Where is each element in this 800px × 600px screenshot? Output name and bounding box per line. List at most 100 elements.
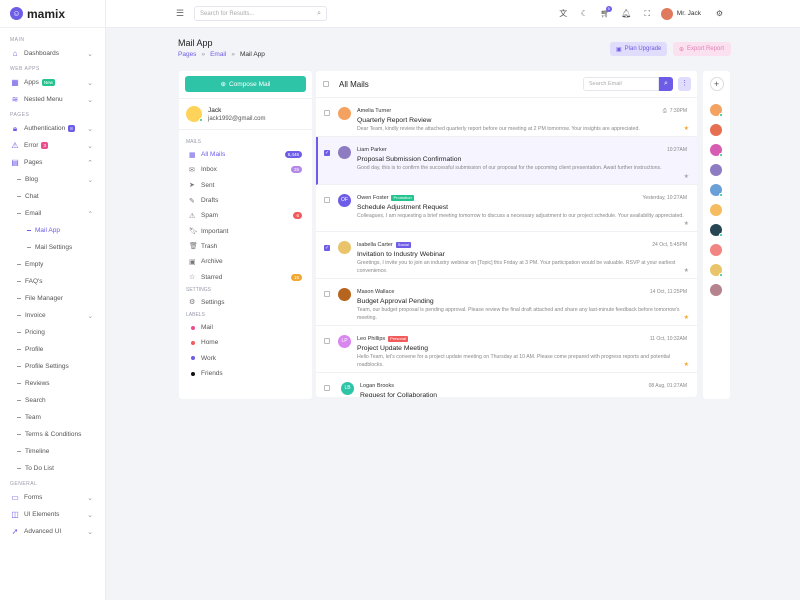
breadcrumb-email[interactable]: Email bbox=[210, 51, 226, 58]
hamburger-icon[interactable]: ☰ bbox=[176, 8, 186, 19]
sidebar-item-authentication[interactable]: 🔒︎ Authentication 8 ⌄ bbox=[0, 120, 105, 137]
sidebar-item-pages[interactable]: ▤ Pages ⌃ bbox=[0, 154, 105, 171]
folder-starred[interactable]: ☆ Starred 15 bbox=[179, 269, 312, 284]
sidebar-sub-profile-settings[interactable]: Profile Settings bbox=[0, 358, 105, 375]
contact-avatar[interactable] bbox=[710, 244, 722, 256]
sidebar-sub-faqs[interactable]: FAQ's bbox=[0, 273, 105, 290]
search-input[interactable]: Search for Results... ⌕ bbox=[194, 6, 327, 21]
sidebar-item-forms[interactable]: ▭ Forms ⌄ bbox=[0, 489, 105, 506]
label-work[interactable]: Work bbox=[179, 351, 312, 366]
contact-avatar[interactable] bbox=[710, 184, 723, 197]
folder-drafts[interactable]: ✎ Drafts bbox=[179, 193, 312, 208]
mail-item[interactable]: OF Owen Foster Promotion Yesterday, 10:27AM… bbox=[316, 185, 697, 232]
folder-archive[interactable]: ▣ Archive bbox=[179, 254, 312, 269]
contact-avatar[interactable] bbox=[710, 224, 723, 237]
star-icon[interactable]: ★ bbox=[684, 125, 689, 132]
folder-all-mails[interactable]: ▦ All Mails 6,446 bbox=[179, 147, 312, 162]
mail-item[interactable]: ✓ Liam Parker 10:27AM Proposal Submission C… bbox=[316, 137, 697, 185]
export-report-button[interactable]: ⊕ Export Report bbox=[673, 42, 731, 56]
select-all-checkbox[interactable] bbox=[323, 81, 329, 87]
fullscreen-icon[interactable]: ⛶ bbox=[637, 9, 658, 19]
translate-icon[interactable]: 文 bbox=[553, 8, 574, 19]
label-home[interactable]: Home bbox=[179, 335, 312, 350]
contact-avatar[interactable] bbox=[710, 264, 723, 277]
cart-icon[interactable]: 🛒︎ 5 bbox=[595, 6, 616, 18]
sidebar-sub-timeline[interactable]: Timeline bbox=[0, 443, 105, 460]
mail-checkbox[interactable]: ✓ bbox=[324, 245, 330, 251]
sidebar-sub-terms[interactable]: Terms & Conditions bbox=[0, 426, 105, 443]
star-icon[interactable]: ★ bbox=[684, 220, 689, 227]
contact-avatar[interactable] bbox=[710, 144, 723, 157]
more-options-icon[interactable]: ⋮ bbox=[678, 77, 691, 91]
search-icon[interactable]: ⌕ bbox=[317, 10, 321, 18]
add-contact-button[interactable]: + bbox=[709, 77, 724, 91]
moon-icon[interactable]: ☾ bbox=[574, 9, 595, 18]
contact-avatar[interactable] bbox=[710, 124, 722, 136]
folder-spam[interactable]: ⚠ Spam 6 bbox=[179, 208, 312, 223]
mail-checkbox[interactable] bbox=[324, 197, 330, 203]
sidebar-sub-mail-app[interactable]: Mail App bbox=[0, 222, 105, 239]
label-mail[interactable]: Mail bbox=[179, 320, 312, 335]
sidebar-sub-invoice[interactable]: Invoice ⌄ bbox=[0, 307, 105, 324]
gear-icon[interactable]: ⚙ bbox=[709, 9, 730, 18]
sidebar-sub-team[interactable]: Team bbox=[0, 409, 105, 426]
sidebar-sub-mail-settings[interactable]: Mail Settings bbox=[0, 239, 105, 256]
label-friends[interactable]: Friends bbox=[179, 366, 312, 381]
dash-icon bbox=[17, 366, 21, 367]
sidebar-sub-pricing[interactable]: Pricing bbox=[0, 324, 105, 341]
sidebar-sub-empty[interactable]: Empty bbox=[0, 256, 105, 273]
folder-inbox[interactable]: ✉ Inbox 26 bbox=[179, 162, 312, 177]
mail-search-input[interactable]: Search Email bbox=[583, 77, 659, 91]
search-icon[interactable]: ⌕ bbox=[659, 77, 673, 91]
folder-important[interactable]: 🔖︎ Important bbox=[179, 223, 312, 238]
folder-settings[interactable]: ⚙ Settings bbox=[179, 295, 312, 310]
mail-checkbox[interactable] bbox=[324, 338, 330, 344]
contact-avatar[interactable] bbox=[710, 104, 723, 117]
contact-avatar[interactable] bbox=[710, 204, 722, 216]
breadcrumb-pages[interactable]: Pages bbox=[178, 51, 196, 58]
sidebar-item-nested-menu[interactable]: ≋ Nested Menu ⌄ bbox=[0, 91, 105, 108]
sidebar-sub-reviews[interactable]: Reviews bbox=[0, 375, 105, 392]
star-icon[interactable]: ★ bbox=[684, 314, 689, 321]
mail-item[interactable]: Mason Wallace 14 Oct, 11:25PM Budget Appro… bbox=[316, 279, 697, 326]
mail-item[interactable]: ✓ Isabella Carter Social 24 Oct, 5:45PM Invi… bbox=[316, 232, 697, 279]
folder-sent[interactable]: ➤ Sent bbox=[179, 178, 312, 193]
sidebar-item-advanced-ui[interactable]: ➚ Advanced UI ⌄ bbox=[0, 523, 105, 540]
sidebar-sub-blog[interactable]: Blog ⌄ bbox=[0, 171, 105, 188]
mail-checkbox[interactable] bbox=[324, 385, 330, 391]
mail-checkbox[interactable] bbox=[324, 291, 330, 297]
warning-icon: ⚠ bbox=[11, 140, 19, 150]
logo[interactable]: ☺ mamix bbox=[0, 0, 105, 28]
sidebar-item-label: Pages bbox=[24, 159, 43, 166]
sidebar-item-apps[interactable]: ▦ Apps New ⌄ bbox=[0, 74, 105, 91]
folder-count-badge: 15 bbox=[290, 273, 302, 281]
sidebar-item-ui-elements[interactable]: ◫ UI Elements ⌄ bbox=[0, 506, 105, 523]
sidebar-sub-profile[interactable]: Profile bbox=[0, 341, 105, 358]
mail-checkbox[interactable] bbox=[324, 110, 330, 116]
sidebar-item-dashboards[interactable]: ⌂ Dashboards ⌄ bbox=[0, 45, 105, 62]
chevron-down-icon: ⌄ bbox=[87, 79, 93, 87]
sidebar-sub-search[interactable]: Search bbox=[0, 392, 105, 409]
contact-avatar[interactable] bbox=[710, 284, 722, 296]
bell-icon[interactable]: 🔔︎ bbox=[616, 9, 637, 18]
star-icon[interactable]: ★ bbox=[684, 173, 689, 180]
sidebar-sub-email[interactable]: Email ⌃ bbox=[0, 205, 105, 222]
folder-trash[interactable]: 🗑︎ Trash bbox=[179, 239, 312, 254]
sidebar-sub-file-manager[interactable]: File Manager bbox=[0, 290, 105, 307]
sidebar-sub-todo[interactable]: To Do List bbox=[0, 460, 105, 477]
compose-mail-button[interactable]: ⊕ Compose Mail bbox=[185, 76, 306, 92]
star-icon[interactable]: ★ bbox=[684, 267, 689, 274]
mail-checkbox[interactable]: ✓ bbox=[324, 150, 330, 156]
section-pages: PAGES bbox=[10, 112, 30, 118]
contact-avatar[interactable] bbox=[710, 164, 722, 176]
user-menu[interactable]: Mr. Jack bbox=[660, 7, 701, 20]
star-icon[interactable]: ★ bbox=[684, 361, 689, 368]
plan-upgrade-button[interactable]: ▣ Plan Upgrade bbox=[610, 42, 668, 56]
mail-sender: Liam Parker bbox=[357, 147, 387, 153]
user-name: Mr. Jack bbox=[676, 10, 701, 17]
sidebar-sub-chat[interactable]: Chat bbox=[0, 188, 105, 205]
mail-item[interactable]: LB Logan Brooks 08 Aug, 01:27AM Request for… bbox=[316, 373, 697, 397]
mail-item[interactable]: LP Leo Phillips Personal 11 Oct, 10:32AM Pro… bbox=[316, 326, 697, 373]
mail-item[interactable]: Amelia Turner ⎙ 7:30PM Quarterly Report Rev… bbox=[316, 98, 697, 137]
sidebar-item-error[interactable]: ⚠ Error 3 ⌄ bbox=[0, 137, 105, 154]
